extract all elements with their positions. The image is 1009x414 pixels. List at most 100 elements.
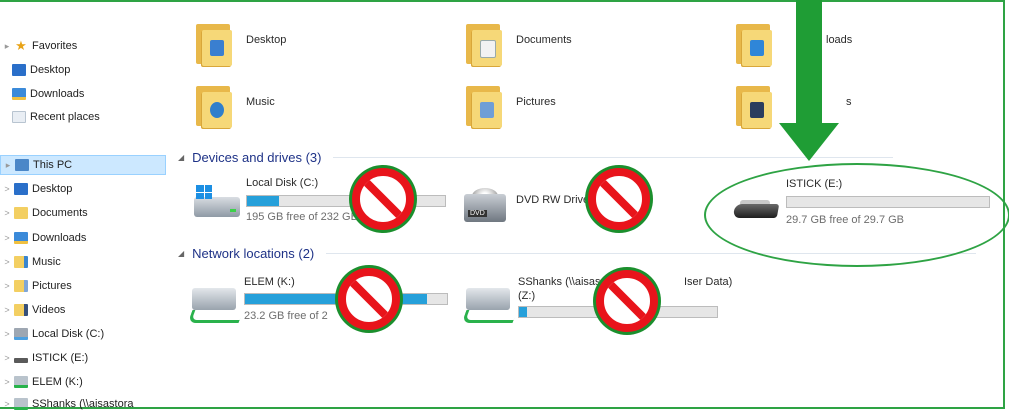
folder-label: Pictures [516,96,556,108]
pictures-folder-icon [462,84,506,130]
collapse-caret-icon[interactable]: ◢ [178,153,184,162]
star-icon: ★ [15,38,27,53]
highlight-ellipse [704,163,1009,267]
expand-chevron-icon[interactable]: ▸ [0,41,14,52]
desktop-icon [12,64,26,76]
recent-places-icon [12,111,26,123]
nav-fav-recent-places[interactable]: Recent places [12,107,100,127]
folder-tile-pictures[interactable]: Pictures [462,84,556,130]
folder-label: loads [826,34,853,46]
group-header-label: Devices and drives (3) [192,150,322,165]
nav-pc-local-disk[interactable]: > Local Disk (C:) [0,324,104,344]
nav-item-label: SShanks (\\aisastora [32,398,134,410]
expand-chevron-icon[interactable]: > [0,184,14,194]
prohibited-icon [588,168,650,230]
drive-name: SShanks (\\aisas [518,276,601,288]
nav-this-pc-label: This PC [33,159,73,171]
pictures-icon [14,280,28,292]
expand-chevron-icon[interactable]: > [0,377,14,387]
documents-icon [14,207,28,219]
nav-favorites[interactable]: ▸ ★ Favorites [0,36,78,56]
nav-pc-documents[interactable]: > Documents [0,203,88,223]
nav-item-label: ELEM (K:) [32,376,83,388]
nav-this-pc[interactable]: ▸ This PC [0,155,166,175]
expand-chevron-icon[interactable]: > [0,305,14,315]
folder-label: Music [246,96,275,108]
drive-usage-fill [247,196,279,206]
nav-pc-istick[interactable]: > ISTICK (E:) [0,348,88,368]
drive-free-text: 23.2 GB free of 2 [244,310,328,322]
expand-chevron-icon[interactable]: > [0,208,14,218]
navigation-pane: ▸ ★ Favorites Desktop Downloads Recent p… [0,0,168,413]
prohibited-icon [338,268,400,330]
nav-pc-elem[interactable]: > ELEM (K:) [0,372,83,392]
nav-item-label: Videos [32,304,66,316]
documents-folder-icon [462,22,506,68]
expand-chevron-icon[interactable]: > [0,399,14,409]
nav-item-label: ISTICK (E:) [32,352,89,364]
nav-fav-desktop[interactable]: Desktop [12,60,70,80]
drive-name-fragment: Iser Data) [684,276,733,288]
nav-item-label: Pictures [32,280,72,292]
usb-drive-icon [14,358,28,363]
folder-tile-downloads[interactable]: loads [732,22,852,68]
nav-item-label: Desktop [32,183,73,195]
nav-pc-desktop[interactable]: > Desktop [0,179,72,199]
downloads-icon [12,88,26,100]
folder-tile-desktop[interactable]: Desktop [192,22,286,68]
folder-label: Desktop [246,34,287,46]
drive-free-text: 195 GB free of 232 GB [246,211,358,223]
expand-chevron-icon[interactable]: > [0,353,14,363]
green-arrow-head-icon [779,123,839,161]
folder-label: s [846,96,852,108]
nav-item-label: Music [32,256,61,268]
expand-chevron-icon[interactable]: > [0,257,14,267]
network-drive-icon [14,398,28,410]
expand-chevron-icon[interactable]: > [0,329,14,339]
nav-fav-downloads[interactable]: Downloads [12,84,84,104]
prohibited-icon [596,270,658,332]
local-disk-icon [14,328,28,340]
expand-chevron-icon[interactable]: > [0,281,14,291]
green-arrow-icon [796,0,822,125]
videos-folder-icon [732,84,776,130]
drive-tile-dvd[interactable]: DVD DVD RW Drive (D:) [460,180,700,230]
nav-item-label: Desktop [30,64,71,76]
music-icon [14,256,28,268]
videos-icon [14,304,28,316]
folder-tile-documents[interactable]: Documents [462,22,572,68]
drive-usage-bar [246,195,446,207]
nav-item-label: Downloads [32,232,87,244]
network-drive-icon [461,284,518,323]
nav-pc-sshanks[interactable]: > SShanks (\\aisastora [0,394,134,414]
nav-pc-videos[interactable]: > Videos [0,300,65,320]
nav-item-label: Downloads [30,88,85,100]
music-folder-icon [192,84,236,130]
nav-item-label: Documents [32,207,88,219]
folder-label: Documents [516,34,572,46]
dvd-drive-icon: DVD [460,188,514,224]
computer-icon [15,159,29,171]
network-drive-tile-elem[interactable]: ELEM (K:) 23.2 GB free of 2 [187,276,450,326]
hard-drive-icon [190,185,244,221]
downloads-icon [14,232,28,244]
nav-pc-downloads[interactable]: > Downloads [0,228,86,248]
nav-pc-pictures[interactable]: > Pictures [0,276,72,296]
expand-chevron-icon[interactable]: > [0,233,14,243]
desktop-icon [14,183,28,195]
collapse-caret-icon[interactable]: ◢ [178,249,184,258]
desktop-folder-icon [192,22,236,68]
network-drive-icon [187,284,244,323]
drive-letter-line: (Z:) [518,290,536,302]
network-drive-icon [14,376,28,388]
drive-usage-fill [519,307,527,317]
nav-favorites-label: Favorites [32,40,78,52]
nav-item-label: Local Disk (C:) [32,328,105,340]
prohibited-icon [352,168,414,230]
drive-name: Local Disk (C:) [246,177,319,189]
group-header-label: Network locations (2) [192,246,315,261]
downloads-folder-icon [732,22,776,68]
expand-chevron-icon[interactable]: ▸ [1,160,15,171]
nav-pc-music[interactable]: > Music [0,252,61,272]
folder-tile-music[interactable]: Music [192,84,275,130]
